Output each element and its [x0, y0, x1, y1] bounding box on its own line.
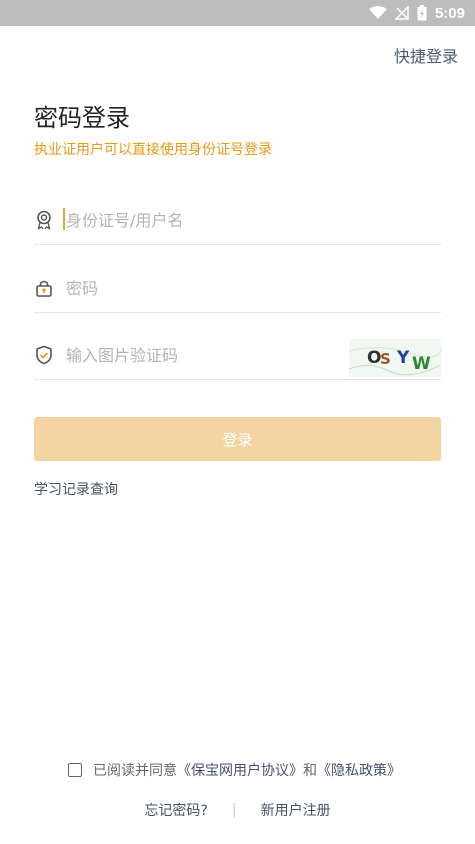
study-record-link[interactable]: 学习记录查询 [34, 479, 118, 499]
user-badge-icon [34, 210, 54, 230]
lock-icon [34, 278, 54, 298]
text-cursor [63, 208, 65, 230]
captcha-char: S [380, 350, 391, 368]
user-agreement-link[interactable]: 《保宝网用户协议》 [177, 760, 303, 780]
page-title: 密码登录 [34, 104, 130, 132]
shield-check-icon [34, 345, 54, 365]
privacy-policy-link[interactable]: 《隐私政策》 [317, 760, 401, 780]
agreement-prefix: 已阅读并同意 [93, 763, 177, 779]
password-input[interactable] [64, 277, 328, 299]
captcha-input[interactable] [64, 344, 328, 366]
wifi-icon [368, 6, 387, 19]
agree-checkbox[interactable] [68, 763, 82, 777]
agreement-row: 已阅读并同意 《保宝网用户协议》 和 《隐私政策》 [68, 760, 401, 780]
username-input[interactable] [64, 209, 328, 231]
no-signal-icon [394, 6, 409, 20]
status-bar: 5:09 [0, 0, 475, 26]
password-field[interactable] [34, 264, 441, 313]
login-button[interactable]: 登录 [34, 417, 441, 461]
captcha-char: W [412, 354, 431, 374]
quick-login-link[interactable]: 快捷登录 [394, 43, 458, 67]
status-icons: 5:09 [368, 0, 465, 26]
status-time: 5:09 [434, 4, 465, 22]
register-link[interactable]: 新用户注册 [261, 800, 331, 820]
page-subtitle: 执业证用户可以直接使用身份证号登录 [34, 142, 272, 158]
forgot-password-link[interactable]: 忘记密码? [144, 800, 207, 820]
agreement-and: 和 [303, 763, 317, 779]
divider: | [231, 802, 237, 818]
captcha-char: Y [396, 348, 410, 368]
captcha-image[interactable]: O S Y W [349, 339, 441, 377]
battery-charging-icon [417, 5, 427, 21]
bottom-links: 忘记密码? | 新用户注册 [0, 800, 475, 820]
captcha-field[interactable]: O S Y W [34, 331, 441, 380]
username-field[interactable] [34, 196, 441, 245]
